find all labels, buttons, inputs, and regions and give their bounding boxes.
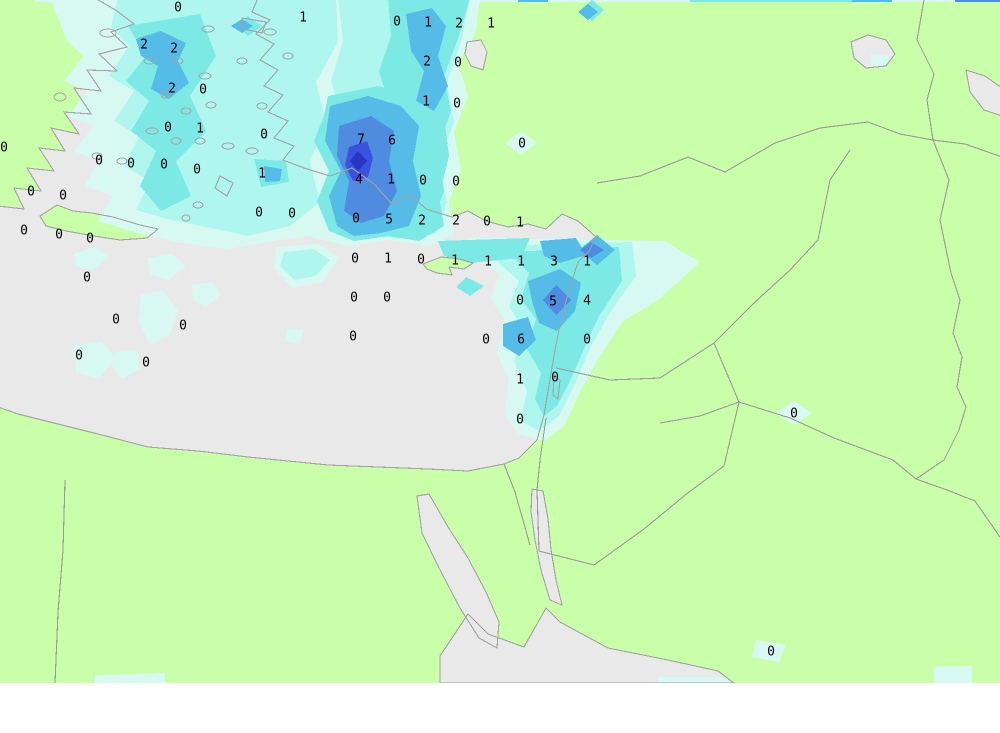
precip-value-label: 2 (452, 214, 460, 229)
precip-value-label: 0 (790, 407, 798, 422)
precip-value-label: 0 (453, 97, 461, 112)
precip-value-label: 0 (482, 333, 490, 348)
precip-value-label: 1 (583, 255, 591, 270)
precip-value-label: 2 (170, 42, 178, 57)
precip-value-label: 0 (516, 413, 524, 428)
precip-value-label: 0 (112, 313, 120, 328)
precip-value-label: 2 (418, 214, 426, 229)
precip-value-label: 0 (20, 224, 28, 239)
precip-value-label: 5 (549, 295, 557, 310)
precip-value-label: 0 (199, 83, 207, 98)
precip-value-label: 0 (55, 228, 63, 243)
precip-value-label: 4 (583, 294, 591, 309)
precip-value-label: 1 (517, 255, 525, 270)
precip-value-label: 0 (454, 56, 462, 71)
precip-value-label: 3 (550, 255, 558, 270)
precip-value-label: 2 (140, 38, 148, 53)
precip-value-label: 0 (127, 157, 135, 172)
precip-value-label: 1 (516, 373, 524, 388)
precip-value-label: 0 (767, 645, 775, 660)
precip-value-label: 1 (387, 173, 395, 188)
precip-value-label: 0 (83, 271, 91, 286)
precip-value-label: 1 (487, 17, 495, 32)
precip-value-label: 1 (516, 216, 524, 231)
precip-value-label: 0 (86, 232, 94, 247)
precip-value-label: 7 (357, 133, 365, 148)
precip-value-label: 0 (551, 371, 559, 386)
precip-value-label: 2 (455, 17, 463, 32)
precipitation-map: 0 1 0 1 2 1 2 2 2 0 2 0 1 0 0 1 0 7 6 0 0 0 0 0 0 1 4 1 0 0 0 0 0 0 0 5 2 2 0 1… (0, 0, 1000, 683)
precip-value-label: 1 (484, 255, 492, 270)
precip-value-label: 0 (383, 291, 391, 306)
precip-value-label: 0 (59, 189, 67, 204)
precip-value-label: 2 (423, 55, 431, 70)
precip-value-label: 0 (393, 15, 401, 30)
precip-value-label: 6 (517, 333, 525, 348)
precip-value-label: 0 (179, 319, 187, 334)
precip-value-label: 0 (164, 121, 172, 136)
precip-value-label: 4 (355, 173, 363, 188)
precip-value-label: 1 (196, 122, 204, 137)
precip-value-label: 0 (350, 291, 358, 306)
precip-value-label: 0 (174, 1, 182, 16)
precip-value-label: 0 (419, 174, 427, 189)
precip-value-label: 0 (260, 128, 268, 143)
precip-value-label: 0 (518, 137, 526, 152)
precip-value-label: 0 (255, 206, 263, 221)
precip-value-label: 1 (299, 11, 307, 26)
precip-value-label: 0 (351, 252, 359, 267)
precip-value-label: 1 (451, 254, 459, 269)
precip-value-label: 6 (388, 134, 396, 149)
precip-value-label: 0 (516, 294, 524, 309)
precip-value-label: 1 (422, 95, 430, 110)
precip-value-label: 0 (352, 212, 360, 227)
precip-value-label: 0 (349, 330, 357, 345)
precip-value-label: 0 (95, 154, 103, 169)
footer: Precipitation [mm] ECMWF Sa 24-01-2026 0… (0, 683, 1000, 733)
precip-value-label: 0 (417, 253, 425, 268)
precip-value-label: 1 (384, 252, 392, 267)
precip-value-label: 0 (160, 158, 168, 173)
precip-value-label: 0 (288, 207, 296, 222)
precip-value-label: 0 (75, 349, 83, 364)
precip-value-label: 0 (142, 356, 150, 371)
precip-value-label: 0 (583, 333, 591, 348)
precip-value-label: 0 (0, 141, 8, 156)
precip-value-label: 1 (424, 16, 432, 31)
precip-value-label: 0 (483, 215, 491, 230)
precip-value-label: 1 (258, 167, 266, 182)
precip-value-label: 0 (27, 185, 35, 200)
precip-value-label: 5 (385, 213, 393, 228)
precip-value-label: 0 (193, 163, 201, 178)
weather-map-page: 0 1 0 1 2 1 2 2 2 0 2 0 1 0 0 1 0 7 6 0 0 0 0 0 0 1 4 1 0 0 0 0 0 0 0 5 2 2 0 1… (0, 0, 1000, 733)
precip-value-label: 0 (452, 175, 460, 190)
precip-value-label: 2 (168, 82, 176, 97)
